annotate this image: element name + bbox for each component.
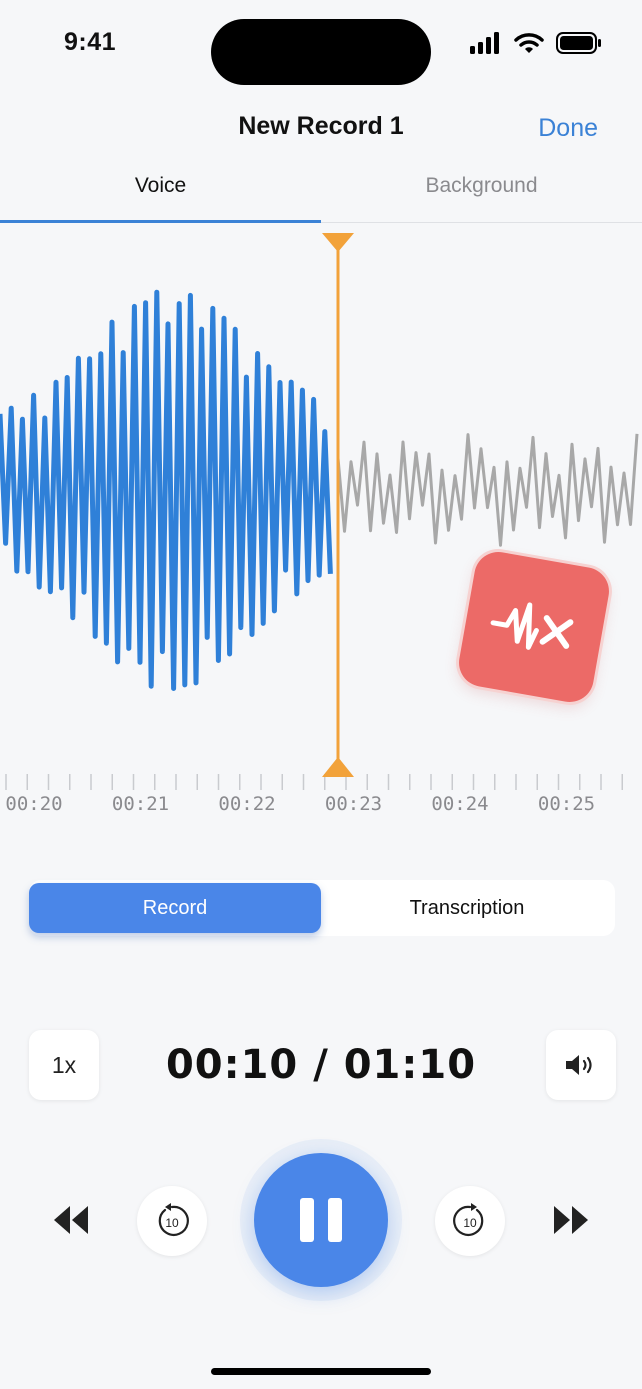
speaker-volume-icon (566, 1055, 592, 1075)
waveform-view[interactable]: 00:20 00:21 00:22 00:23 00:24 00:25 (0, 228, 642, 848)
playhead-top-handle (322, 233, 354, 252)
rewind-10-button[interactable]: 10 (137, 1186, 207, 1256)
timeline-label: 00:23 (325, 793, 382, 815)
segment-transcription[interactable]: Transcription (321, 883, 613, 933)
tab-selected-indicator (0, 220, 321, 223)
previous-track-icon (54, 1206, 88, 1234)
pause-button[interactable] (254, 1153, 388, 1287)
previous-button[interactable] (50, 1200, 92, 1240)
battery-icon (556, 32, 601, 54)
timeline-label: 00:25 (538, 793, 595, 815)
forward-seconds-label: 10 (463, 1216, 477, 1230)
timeline-labels: 00:20 00:21 00:22 00:23 00:24 00:25 (5, 793, 595, 815)
next-track-icon (554, 1206, 588, 1234)
segment-record[interactable]: Record (29, 883, 321, 933)
tab-background[interactable]: Background (321, 174, 642, 198)
tab-voice[interactable]: Voice (0, 174, 321, 198)
waveform-played (0, 289, 333, 691)
waveform-mute-icon (490, 602, 574, 650)
rewind-10-icon: 10 (158, 1203, 189, 1236)
forward-10-button[interactable]: 10 (435, 1186, 505, 1256)
waveform-unplayed (336, 433, 639, 547)
home-indicator (211, 1368, 431, 1375)
volume-button[interactable] (546, 1030, 616, 1100)
timeline-label: 00:20 (5, 793, 62, 815)
waveform-mute-badge[interactable] (455, 548, 613, 706)
wifi-icon (514, 33, 544, 53)
forward-10-icon: 10 (453, 1203, 484, 1236)
cellular-signal-icon (470, 32, 499, 54)
timeline-label: 00:24 (431, 793, 488, 815)
rewind-seconds-label: 10 (165, 1216, 179, 1230)
status-time: 9:41 (64, 28, 117, 56)
dynamic-island (211, 19, 431, 85)
next-button[interactable] (550, 1200, 592, 1240)
timeline-label: 00:22 (218, 793, 275, 815)
timeline-label: 00:21 (112, 793, 169, 815)
pause-icon (300, 1198, 342, 1242)
playhead-bottom-handle (322, 757, 354, 777)
done-button[interactable]: Done (538, 114, 598, 143)
status-icons (470, 31, 602, 55)
